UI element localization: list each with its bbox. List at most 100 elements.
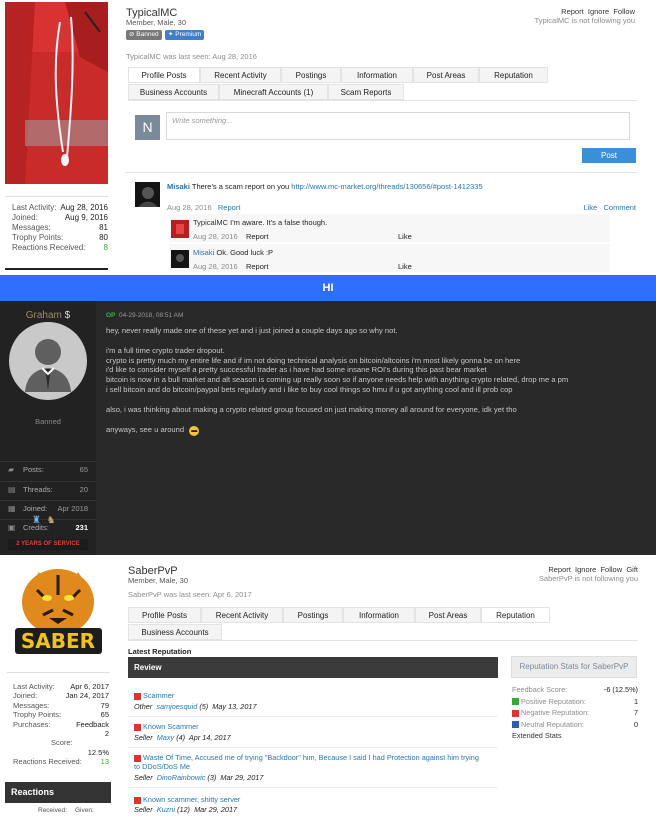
negative-icon	[134, 692, 141, 700]
review-user[interactable]: Kuzni	[157, 805, 175, 814]
stat-value: Apr 6, 2017	[70, 682, 109, 691]
follow-link[interactable]: Follow	[613, 7, 635, 16]
post-author[interactable]: Misaki	[167, 182, 190, 191]
premium-label: Premium	[175, 31, 202, 38]
threads-icon: ▤	[8, 485, 16, 494]
comment-body: Misaki Ok. Good luck :P	[193, 248, 273, 257]
tab-postings[interactable]: Postings	[283, 607, 343, 623]
avatar-letter: N	[142, 119, 153, 135]
tab-profile-posts[interactable]: Profile Posts	[128, 607, 201, 623]
stat-label: Trophy Points:	[13, 710, 62, 720]
review-count: (12)	[177, 805, 190, 814]
review-link[interactable]: Waste Of Time, Accused me of trying "Bac…	[134, 753, 479, 771]
profile-avatar[interactable]: SABER	[7, 560, 110, 663]
comment-like[interactable]: Like	[398, 262, 412, 271]
positive-icon	[512, 698, 519, 706]
post-date: 04-29-2018, 08:51 AM	[119, 312, 184, 319]
comment-date: Aug 28, 2016	[193, 232, 238, 241]
sidebar-divider	[5, 268, 108, 270]
comment-avatar[interactable]	[171, 220, 189, 238]
tab-scam-reports[interactable]: Scam Reports	[328, 84, 404, 100]
tab-reputation[interactable]: Reputation	[481, 607, 550, 623]
tab-post-areas[interactable]: Post Areas	[413, 67, 479, 83]
stat-purchases-count: 2	[13, 729, 109, 738]
comment-author[interactable]: Misaki	[193, 248, 214, 257]
post-author-avatar[interactable]	[135, 182, 160, 207]
stat-label: Purchases:	[13, 719, 51, 729]
stat-joined: Joined: Aug 9, 2016	[12, 213, 108, 223]
gift-link[interactable]: Gift	[626, 565, 638, 574]
profile-stats: Last Activity: Apr 6, 2017 Joined: Jan 24,…	[7, 672, 110, 767]
review-user[interactable]: Maxy	[157, 733, 174, 742]
stat-label: Joined:	[13, 691, 38, 701]
review-link[interactable]: Scammer	[143, 691, 174, 700]
review-count: (3)	[207, 773, 217, 782]
stat-score-value: 12.5%	[13, 748, 109, 757]
tab-information[interactable]: Information	[343, 607, 415, 623]
paragraph-1: hey, never really made one of these yet …	[106, 326, 646, 336]
panel-typicalmc: Last Activity: Aug 28, 2016 Joined: Aug 9,…	[0, 0, 656, 275]
ignore-link[interactable]: Ignore	[575, 565, 596, 574]
review-role: Seller	[134, 805, 153, 814]
comment-meta: Aug 28, 2016 Report	[193, 232, 268, 241]
tab-post-areas[interactable]: Post Areas	[415, 607, 481, 623]
ignore-link[interactable]: Ignore	[588, 7, 609, 16]
rep-stats-title: Reputation Stats for SaberPvP	[519, 662, 629, 671]
review-user[interactable]: samjoesquid	[156, 702, 197, 711]
stat-messages: Messages: 79	[13, 701, 109, 710]
user-avatar[interactable]	[9, 322, 87, 400]
comment-author[interactable]: TypicalMC	[193, 218, 228, 227]
profile-avatar[interactable]	[5, 2, 108, 184]
stat-label: Threads:	[23, 485, 53, 494]
tab-reputation[interactable]: Reputation	[479, 67, 548, 83]
review-link[interactable]: Known Scammer	[143, 722, 199, 731]
stat-value: 81	[99, 223, 108, 232]
reactions-given-label: Given:	[75, 807, 94, 814]
comment-meta: Aug 28, 2016 Report	[193, 262, 268, 271]
negative-rep-row: Negative Reputation: 7	[512, 707, 638, 719]
tab-minecraft-accounts[interactable]: Minecraft Accounts (1)	[219, 84, 328, 100]
tab-business-accounts[interactable]: Business Accounts	[128, 84, 219, 100]
rep-stats-body: Feedback Score: -6 (12.5%) Positive Reput…	[512, 684, 638, 742]
comment-like[interactable]: Like	[398, 232, 412, 241]
tab-recent-activity[interactable]: Recent Activity	[200, 67, 281, 83]
last-seen: SaberPvP was last seen: Apr 6, 2017	[128, 590, 252, 599]
comment-2: Misaki Ok. Good luck :P Aug 28, 2016 Rep…	[170, 244, 610, 272]
tab-postings[interactable]: Postings	[281, 67, 341, 83]
comment-report[interactable]: Report	[246, 262, 269, 271]
post-url[interactable]: http://www.mc-market.org/threads/130656/…	[291, 182, 482, 191]
negative-icon	[512, 709, 519, 717]
stat-value: 1	[633, 696, 638, 706]
coin-icon: $	[64, 310, 71, 321]
review-meta: Seller Maxy (4) Apr 14, 2017	[134, 733, 231, 742]
medal-icon[interactable]: ♜	[32, 515, 41, 526]
report-link[interactable]: Report	[561, 7, 584, 16]
banned-badge: ⊘ Banned	[126, 30, 162, 40]
post-actions: Like Comment	[583, 203, 636, 212]
review-title-row: Scammer	[134, 691, 174, 700]
post-comment-link[interactable]: Comment	[603, 203, 636, 212]
comment-report[interactable]: Report	[246, 232, 269, 241]
post-like-link[interactable]: Like	[583, 203, 597, 212]
tab-business-accounts[interactable]: Business Accounts	[128, 624, 222, 640]
username[interactable]: Graham $	[0, 310, 96, 321]
follow-status: SaberPvP is not following you	[538, 574, 638, 583]
review-meta: Seller DinoRainbowic (3) Mar 29, 2017	[134, 773, 263, 782]
report-link[interactable]: Report	[548, 565, 571, 574]
review-link[interactable]: Known scammer, shitty server	[143, 795, 240, 804]
review-user[interactable]: DinoRainbowic	[157, 773, 206, 782]
review-role: Seller	[134, 733, 153, 742]
status-input[interactable]: Write something...	[166, 112, 630, 140]
tab-profile-posts[interactable]: Profile Posts	[128, 67, 200, 83]
stat-label: Positive Reputation:	[521, 696, 586, 706]
comment-avatar[interactable]	[171, 250, 189, 268]
post-button[interactable]: Post	[582, 148, 636, 163]
follow-link[interactable]: Follow	[600, 565, 622, 574]
tab-information[interactable]: Information	[341, 67, 413, 83]
review-date: Mar 29, 2017	[220, 773, 264, 782]
extended-stats-link[interactable]: Extended Stats	[512, 730, 638, 742]
tab-recent-activity[interactable]: Recent Activity	[201, 607, 283, 623]
post-report-link[interactable]: Report	[218, 203, 241, 212]
post-line: i sell bitcoin and do bitcoin/paypal bet…	[106, 384, 513, 394]
trophy-icon[interactable]: ♞	[47, 515, 56, 526]
